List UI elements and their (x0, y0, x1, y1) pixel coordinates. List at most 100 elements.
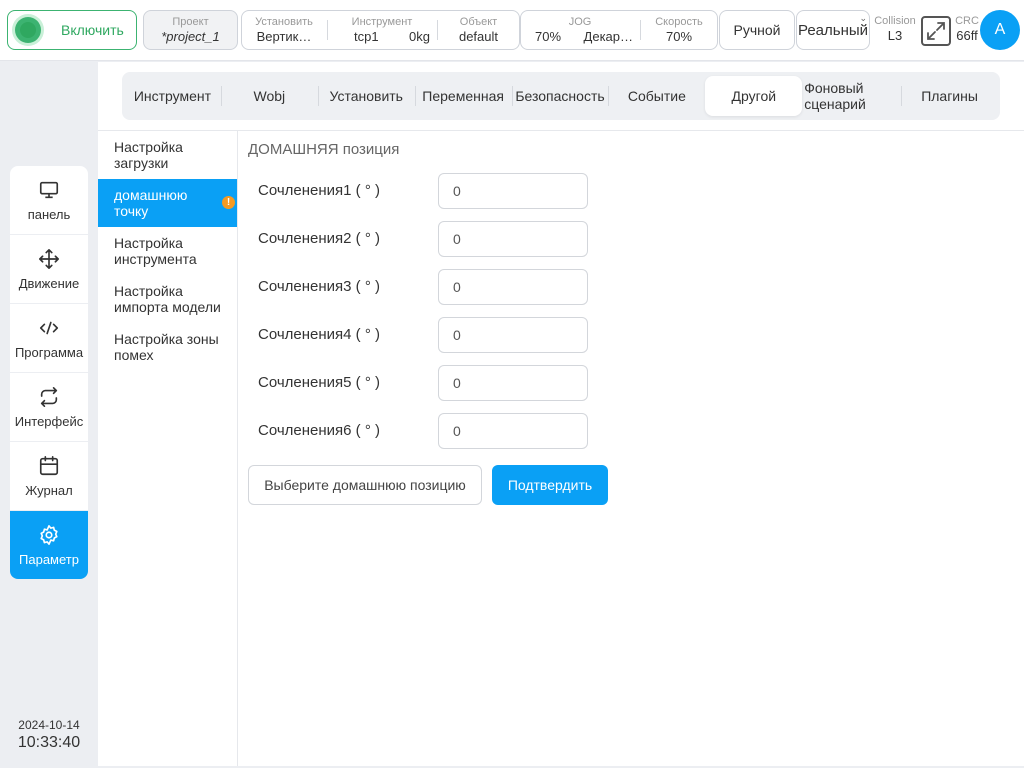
joint-row: Сочленения5 ( ° ) (258, 365, 658, 401)
collision-indicator[interactable]: Collision L3 (872, 14, 918, 44)
joint-label: Сочленения5 ( ° ) (258, 374, 380, 391)
gear-icon (40, 525, 58, 545)
subnav-label: Настройка загрузки (114, 139, 183, 171)
tab-tool[interactable]: Инструмент (124, 76, 221, 116)
joint-row: Сочленения4 ( ° ) (258, 317, 658, 353)
setup-value: Вертик… (256, 29, 312, 44)
tab-safety[interactable]: Безопасность (511, 76, 609, 116)
joint5-input[interactable] (438, 365, 588, 401)
setup-label: Установить (255, 16, 313, 28)
nav-label: Параметр (19, 552, 79, 567)
crc-label: CRC (955, 15, 979, 27)
nav-label: Интерфейс (14, 413, 84, 429)
object-selector[interactable]: Объект default (438, 11, 519, 49)
clock-date: 2024-10-14 (18, 718, 80, 732)
power-status-icon (15, 17, 41, 43)
tab-plugins[interactable]: Плагины (901, 76, 998, 116)
speed-selector[interactable]: Скорость 70% (641, 11, 717, 49)
main-navigation: панель Движение Программа Интерфейс Журн… (10, 166, 88, 579)
tab-setup[interactable]: Установить (317, 76, 415, 116)
other-subnav: Настройка загрузки домашнюю точку ! Наст… (98, 131, 238, 766)
subnav-item-interference-zone[interactable]: Настройка зоны помех (98, 323, 237, 371)
subnav-label: Настройка зоны помех (114, 331, 219, 363)
joint3-input[interactable] (438, 269, 588, 305)
subnav-item-load-settings[interactable]: Настройка загрузки (98, 131, 237, 179)
subnav-item-model-import[interactable]: Настройка импорта модели (98, 275, 237, 323)
crc-value: 66ff (956, 28, 978, 43)
jog-selector[interactable]: JOG 70% Декар… (521, 11, 639, 49)
tool-selector[interactable]: Инструмент tcp1 0kg (328, 11, 436, 49)
joint2-input[interactable] (438, 221, 588, 257)
confirm-button[interactable]: Подтвердить (492, 465, 608, 505)
move-arrows-icon (39, 248, 59, 269)
top-bar: Включить Проект *project_1 Установить Ве… (0, 0, 1024, 61)
manual-mode-button[interactable]: Ручной (719, 10, 795, 50)
joint4-input[interactable] (438, 317, 588, 353)
avatar-letter: A (994, 21, 1006, 38)
joint-label: Сочленения2 ( ° ) (258, 230, 380, 247)
setup-selector[interactable]: Установить Вертик… (242, 11, 326, 49)
speed-label: Скорость (655, 16, 703, 28)
home-position-form: ДОМАШНЯЯ позиция Сочленения1 ( ° ) Сочле… (248, 141, 1008, 505)
jog-percent: 70% (535, 29, 562, 44)
tab-other[interactable]: Другой (705, 76, 803, 116)
subnav-label: домашнюю точку (114, 187, 188, 219)
object-label: Объект (459, 16, 498, 28)
nav-item-panel[interactable]: панель (10, 166, 88, 235)
joint-row: Сочленения2 ( ° ) (258, 221, 658, 257)
warning-icon: ! (222, 196, 235, 209)
subnav-label: Настройка импорта модели (114, 283, 221, 315)
manual-mode-label: Ручной (733, 22, 781, 38)
project-selector[interactable]: Проект *project_1 (143, 10, 238, 50)
monitor-icon (39, 181, 59, 198)
subnav-item-tool-settings[interactable]: Настройка инструмента (98, 227, 237, 275)
nav-label: Программа (14, 344, 84, 360)
project-value: *project_1 (161, 29, 220, 44)
real-mode-label: Реальный (797, 21, 869, 39)
jog-mode: Декар… (583, 29, 633, 44)
fullscreen-toggle[interactable] (921, 16, 951, 46)
joint1-input[interactable] (438, 173, 588, 209)
nav-label: Журнал (25, 482, 73, 498)
joint-row: Сочленения1 ( ° ) (258, 173, 658, 209)
project-label: Проект (172, 16, 209, 28)
swap-arrows-icon (40, 386, 58, 407)
tool-mass: 0kg (409, 29, 430, 44)
jog-label: JOG (568, 16, 592, 28)
system-clock: 2024-10-14 10:33:40 (0, 718, 98, 752)
subnav-item-home-position[interactable]: домашнюю точку ! (98, 179, 237, 227)
joint-row: Сочленения6 ( ° ) (258, 413, 658, 449)
motion-group: JOG 70% Декар… Скорость 70% (520, 10, 718, 50)
select-home-position-button[interactable]: Выберите домашнюю позицию (248, 465, 482, 505)
tool-name: tcp1 (354, 29, 379, 44)
nav-item-parameter[interactable]: Параметр (10, 511, 88, 579)
settings-tabs: Инструмент Wobj Установить Переменная Бе… (122, 72, 1000, 120)
tab-event[interactable]: Событие (608, 76, 705, 116)
tab-variable[interactable]: Переменная (414, 76, 512, 116)
object-value: default (458, 29, 499, 44)
joint6-input[interactable] (438, 413, 588, 449)
enable-button[interactable]: Включить (7, 10, 137, 50)
tab-wobj[interactable]: Wobj (220, 76, 318, 116)
joint-label: Сочленения6 ( ° ) (258, 422, 380, 439)
joint-label: Сочленения3 ( ° ) (258, 278, 380, 295)
tool-label: Инструмент (351, 16, 413, 28)
settings-panel: Инструмент Wobj Установить Переменная Бе… (98, 62, 1024, 766)
collision-value: L3 (887, 28, 903, 43)
speed-value: 70% (665, 29, 693, 44)
tab-background-script[interactable]: Фоновый сценарий (802, 76, 901, 116)
collision-label: Collision (874, 15, 916, 27)
nav-label: Движение (18, 275, 80, 291)
code-icon (39, 321, 59, 334)
nav-item-motion[interactable]: Движение (10, 235, 88, 304)
nav-item-interface[interactable]: Интерфейс (10, 373, 88, 442)
calendar-icon (39, 455, 59, 475)
nav-item-program[interactable]: Программа (10, 304, 88, 373)
real-mode-selector[interactable]: Реальный ⌄ (796, 10, 870, 50)
enable-label: Включить (61, 22, 124, 38)
joint-label: Сочленения1 ( ° ) (258, 182, 380, 199)
user-avatar[interactable]: A (980, 10, 1020, 50)
nav-item-journal[interactable]: Журнал (10, 442, 88, 511)
joint-label: Сочленения4 ( ° ) (258, 326, 380, 343)
section-title: ДОМАШНЯЯ позиция (248, 141, 400, 158)
